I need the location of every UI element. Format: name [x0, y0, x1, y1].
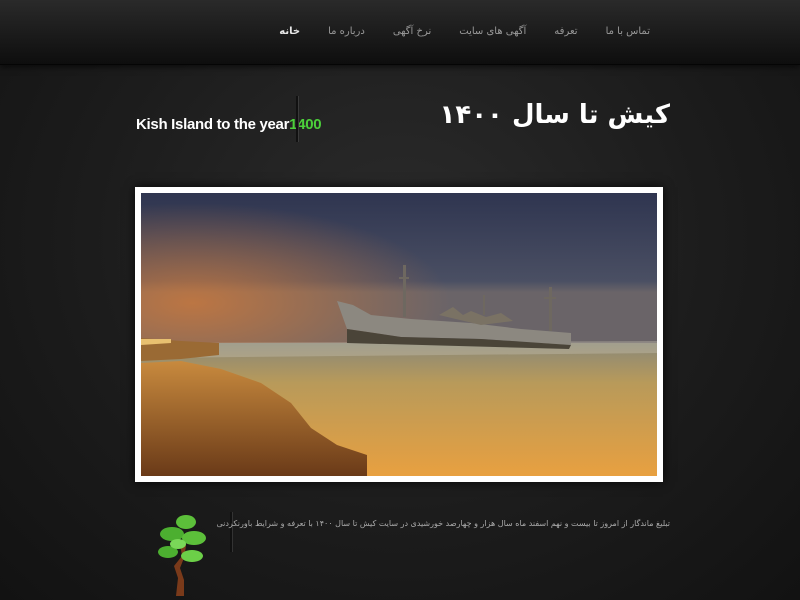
main-menu: خانه درباره ما نرخ آگهی آگهی های سایت تع…	[265, 24, 664, 40]
nav-item-contact-us[interactable]: تماس با ما	[592, 24, 664, 40]
nav-item-about-us[interactable]: درباره ما	[314, 24, 379, 40]
logo-year: 1400	[289, 116, 322, 133]
shipwreck-photo	[141, 193, 657, 476]
header-divider	[296, 96, 299, 142]
top-navigation-bar: خانه درباره ما نرخ آگهی آگهی های سایت تع…	[0, 0, 800, 65]
nav-item-tariff[interactable]: تعرفه	[540, 24, 591, 40]
bonsai-tree-icon	[158, 515, 206, 596]
nav-item-ad-rates[interactable]: نرخ آگهی	[379, 24, 445, 40]
nav-item-home[interactable]: خانه	[265, 24, 314, 40]
hero-image-frame	[135, 187, 663, 482]
page-title: کیش تا سال ۱۴۰۰	[439, 100, 670, 130]
logo-text: Kish Island to the year	[136, 116, 290, 133]
promo-description: تبلیغ ماندگار از امروز تا بیست و نهم اسف…	[216, 519, 671, 528]
nav-item-site-ads[interactable]: آگهی های سایت	[445, 24, 540, 40]
site-logo-text[interactable]: Kish Island to the year1400	[136, 116, 322, 133]
